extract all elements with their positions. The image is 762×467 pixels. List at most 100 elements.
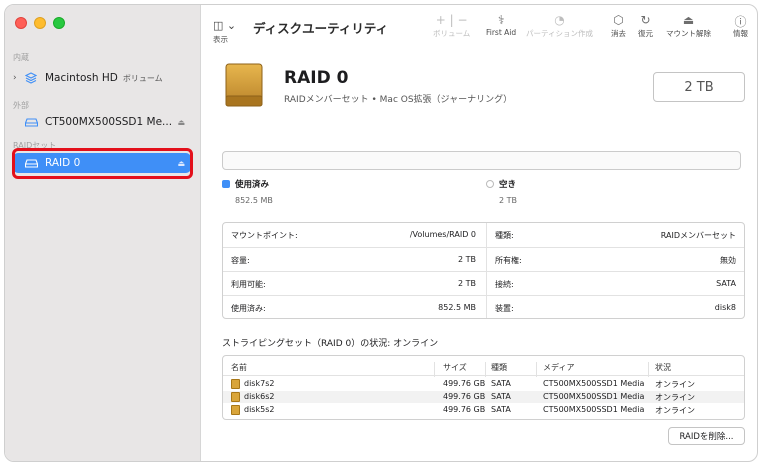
close-button[interactable] (15, 17, 27, 29)
info-icon: ⓘ (734, 15, 747, 29)
sidebar-item-label: Macintosh HD (45, 72, 118, 84)
info-row: マウントポイント: /Volumes/RAID 0 種類: RAIDメンバーセッ… (223, 223, 744, 247)
restore-arrow-icon: ↻ (640, 13, 651, 27)
free-legend: 空き 2 TB (486, 178, 517, 205)
member-status: オンライン (655, 406, 695, 415)
disk-description: RAIDメンバーセット • Mac OS拡張（ジャーナリング） (284, 95, 513, 105)
col-media-header[interactable]: メディア (543, 362, 574, 373)
sidebar-section-external: 外部 (13, 101, 29, 110)
info-row: 使用済み: 852.5 MB 装置: disk8 (223, 295, 744, 319)
erase-button[interactable]: ⬡ 消去 (611, 13, 626, 39)
capacity-box: 2 TB (653, 72, 745, 102)
external-disk-icon (222, 62, 266, 108)
info-table: マウントポイント: /Volumes/RAID 0 種類: RAIDメンバーセッ… (222, 222, 745, 319)
volume-add-remove-button[interactable]: + | − ボリューム (433, 13, 470, 39)
restore-label: 復元 (638, 29, 653, 38)
sidebar-item-ct500mx500ssd1[interactable]: CT500MX500SSD1 Me... ⏏ (13, 112, 191, 132)
used-legend: 使用済み 852.5 MB (222, 178, 273, 205)
used-swatch (222, 180, 230, 188)
view-label: 表示 (213, 35, 228, 44)
stack-icon (23, 72, 39, 84)
erase-label: 消去 (611, 29, 626, 38)
window-controls (15, 17, 65, 29)
member-status: オンライン (655, 380, 695, 389)
unmount-label: マウント解除 (666, 29, 711, 38)
member-type: SATA (491, 392, 511, 401)
member-type: SATA (491, 379, 511, 388)
info-value: 無効 (720, 256, 736, 265)
restore-button[interactable]: ↻ 復元 (638, 13, 653, 39)
member-media: CT500MX500SSD1 Media (543, 379, 645, 388)
member-size: 499.76 GB (443, 379, 486, 388)
partition-button[interactable]: ◔ パーティション作成 (526, 13, 593, 39)
pie-chart-icon: ◔ (554, 13, 565, 27)
info-label: マウントポイント: (231, 231, 298, 240)
used-label: 使用済み (235, 180, 270, 190)
info-button[interactable]: ⓘ 情報 (733, 13, 748, 39)
sidebar-section-internal: 内蔵 (13, 53, 29, 62)
info-value: 2 TB (457, 279, 476, 288)
erase-drive-icon: ⬡ (613, 13, 624, 27)
info-value: /Volumes/RAID 0 (409, 230, 476, 239)
info-label: 種類: (495, 231, 514, 240)
member-status: オンライン (655, 393, 695, 402)
stethoscope-icon: ⚕ (497, 13, 505, 27)
info-label: 装置: (495, 304, 514, 313)
chevron-right-icon[interactable]: › (13, 73, 23, 83)
disk-icon (231, 379, 240, 389)
sidebar: 内蔵 › Macintosh HD ボリューム 外部 CT500MX500SSD… (5, 5, 201, 461)
col-type-header[interactable]: 種類 (491, 362, 507, 373)
disk-icon (231, 405, 240, 415)
member-size: 499.76 GB (443, 405, 486, 414)
toolbar: ◫ ⌄ 表示 ディスクユーティリティ + | − ボリューム ⚕ First A… (201, 5, 757, 57)
first-aid-label: First Aid (486, 28, 517, 37)
free-value: 2 TB (499, 196, 518, 205)
info-label: 情報 (733, 29, 748, 38)
external-drive-icon (23, 117, 39, 127)
volume-label: ボリューム (433, 29, 471, 38)
info-value: SATA (716, 279, 736, 288)
info-value: 2 TB (457, 255, 476, 264)
stripe-status: ストライピングセット（RAID 0）の状況: オンライン (222, 339, 439, 349)
used-value: 852.5 MB (235, 196, 273, 205)
member-name: disk7s2 (244, 379, 275, 388)
member-name: disk6s2 (244, 392, 275, 401)
table-row[interactable]: disk5s2 499.76 GB SATA CT500MX500SSD1 Me… (223, 404, 744, 416)
delete-raid-button[interactable]: RAIDを削除... (668, 427, 745, 445)
disk-icon (231, 392, 240, 402)
info-value: RAIDメンバーセット (660, 231, 736, 240)
member-table: 名前 サイズ 種類 メディア 状況 disk7s2 499.76 GB SATA… (222, 355, 745, 420)
usage-bar (222, 151, 741, 170)
selection-highlight-box (12, 148, 193, 179)
sidebar-item-sublabel: ボリューム (122, 73, 163, 83)
info-row: 容量: 2 TB 所有権: 無効 (223, 247, 744, 271)
info-label: 所有権: (495, 256, 522, 265)
unmount-button[interactable]: ⏏ マウント解除 (666, 13, 711, 39)
sidebar-item-label: CT500MX500SSD1 Me... (45, 116, 173, 128)
col-size-header[interactable]: サイズ (443, 362, 467, 373)
member-type: SATA (491, 405, 511, 414)
info-value: disk8 (714, 303, 736, 312)
member-size: 499.76 GB (443, 392, 486, 401)
col-name-header[interactable]: 名前 (231, 362, 247, 373)
eject-icon[interactable]: ⏏ (177, 118, 185, 127)
plus-minus-icon: + | − (435, 13, 468, 27)
minimize-button[interactable] (34, 17, 46, 29)
table-row[interactable]: disk6s2 499.76 GB SATA CT500MX500SSD1 Me… (223, 391, 744, 403)
table-row[interactable]: disk7s2 499.76 GB SATA CT500MX500SSD1 Me… (223, 378, 744, 390)
info-label: 接続: (495, 280, 514, 289)
free-label: 空き (499, 180, 517, 190)
member-media: CT500MX500SSD1 Media (543, 392, 645, 401)
table-header: 名前 サイズ 種類 メディア 状況 (223, 356, 744, 377)
zoom-button[interactable] (53, 17, 65, 29)
unmount-icon: ⏏ (682, 13, 695, 27)
partition-label: パーティション作成 (526, 29, 594, 38)
view-button[interactable]: ◫ ⌄ 表示 (213, 14, 236, 45)
first-aid-button[interactable]: ⚕ First Aid (486, 13, 516, 37)
col-status-header[interactable]: 状況 (655, 362, 671, 373)
disk-name: RAID 0 (284, 68, 349, 88)
sidebar-item-macintosh-hd[interactable]: › Macintosh HD ボリューム (13, 68, 191, 88)
sidebar-toggle-icon: ◫ ⌄ (213, 19, 237, 32)
info-value: 852.5 MB (438, 303, 476, 312)
free-swatch (486, 180, 494, 188)
